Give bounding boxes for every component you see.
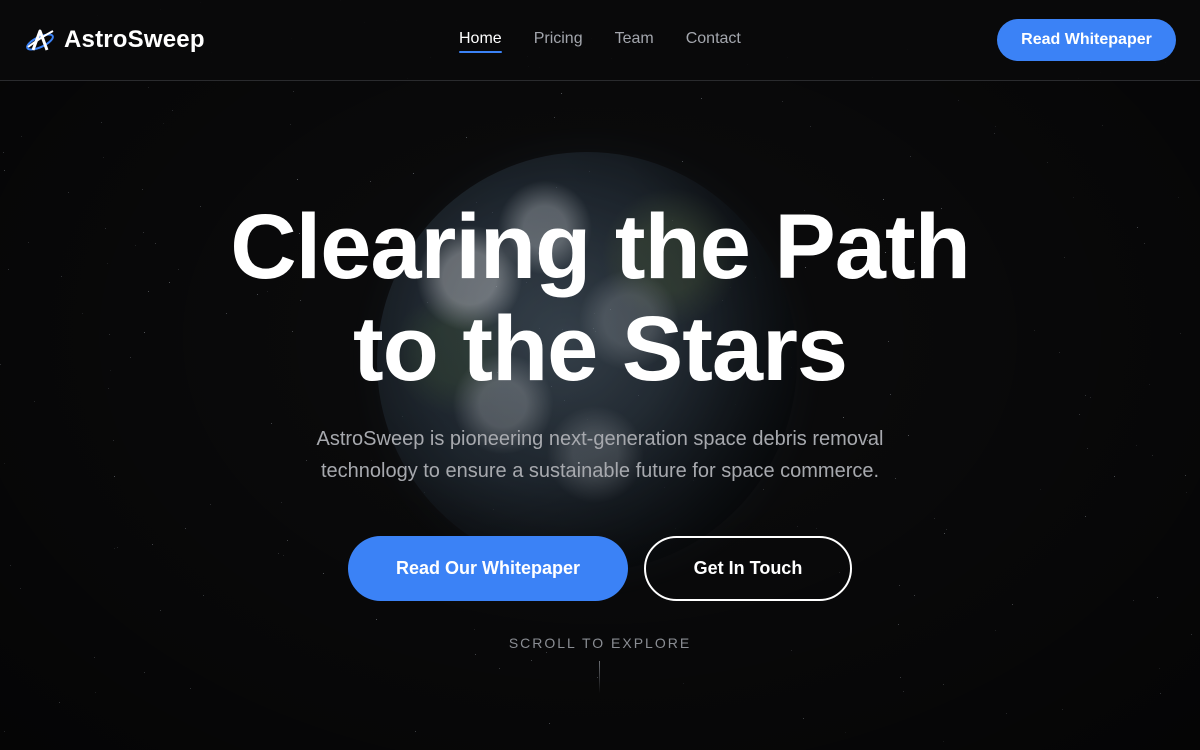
nav-item-pricing[interactable]: Pricing	[534, 30, 583, 50]
brand-name: AstroSweep	[64, 26, 205, 53]
landing-page: AstroSweep Home Pricing Team Contact Rea…	[0, 0, 1200, 750]
scroll-hint: SCROLL TO EXPLORE	[508, 635, 692, 651]
hero-title: Clearing the Path to the Stars	[0, 196, 1200, 400]
site-header: AstroSweep Home Pricing Team Contact Rea…	[0, 0, 1200, 81]
brand[interactable]: AstroSweep	[24, 26, 205, 54]
get-in-touch-button[interactable]: Get In Touch	[644, 536, 852, 601]
hero-actions: Read Our Whitepaper Get In Touch	[0, 536, 1200, 601]
nav-item-home[interactable]: Home	[459, 30, 502, 53]
main-nav: Home Pricing Team Contact	[459, 0, 741, 80]
nav-item-team[interactable]: Team	[615, 30, 654, 50]
read-whitepaper-button[interactable]: Read Whitepaper	[997, 19, 1176, 61]
read-our-whitepaper-button[interactable]: Read Our Whitepaper	[348, 536, 628, 601]
hero-subtitle: AstroSweep is pioneering next-generation…	[316, 428, 884, 482]
astro-logo-icon	[24, 26, 56, 54]
hero-section: Clearing the Path to the Stars AstroSwee…	[0, 81, 1200, 750]
nav-item-contact[interactable]: Contact	[686, 30, 741, 50]
scroll-indicator-line	[599, 661, 600, 693]
hero-title-line-2: to the Stars	[352, 298, 848, 400]
hero-title-line-1: Clearing the Path	[230, 196, 971, 298]
